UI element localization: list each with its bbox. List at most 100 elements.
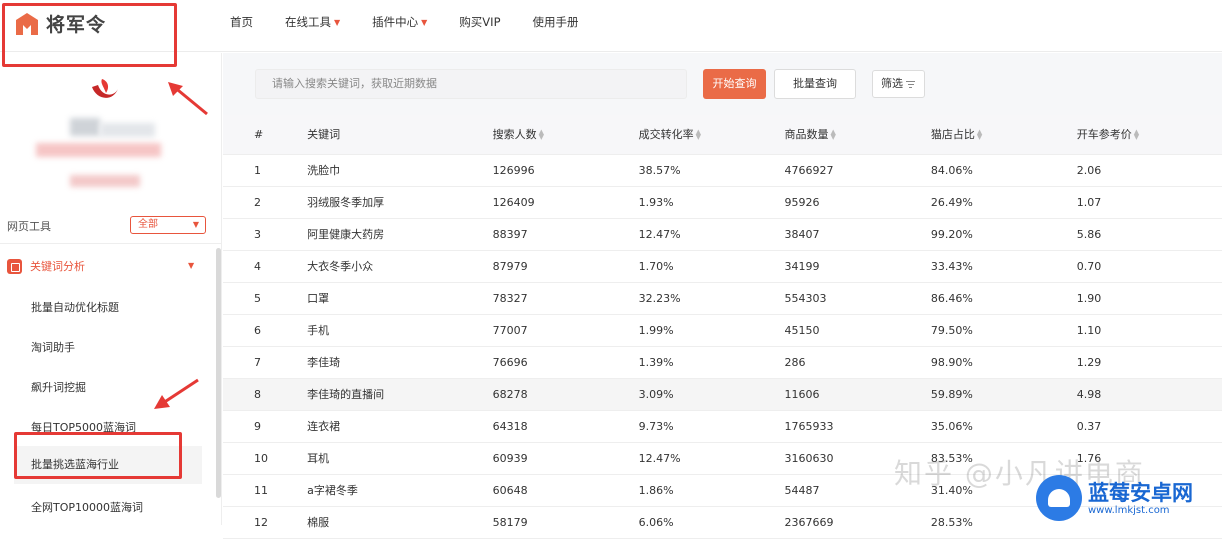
table-row[interactable]: 5 口罩 78327 32.23% 554303 86.46% 1.90 [223, 282, 1222, 315]
table-cell: 32.23% [638, 282, 785, 315]
sort-icon[interactable]: ▲ ▼ [696, 129, 701, 141]
category-icon [7, 258, 22, 274]
table-cell: 1 [223, 154, 308, 187]
table-cell: 2 [223, 186, 308, 219]
filter-button[interactable]: 筛选 [872, 70, 925, 98]
table-cell: 5 [223, 282, 308, 315]
table-cell: 126409 [492, 186, 639, 219]
table-cell: 2367669 [784, 506, 931, 539]
table-cell: 95926 [784, 186, 931, 219]
column-header[interactable]: 搜索人数 ▲ ▼ [492, 115, 639, 155]
table-cell: 连衣裙 [307, 410, 493, 443]
table-cell: 286 [784, 346, 931, 379]
nav-item[interactable]: 在线工具 ▼ [285, 14, 340, 30]
nav-item[interactable]: 插件中心 ▼ [372, 14, 427, 30]
table-cell: 9 [223, 410, 308, 443]
table-cell: 12.47% [638, 442, 785, 475]
chevron-down-icon[interactable]: ▼ [188, 261, 194, 270]
table-cell: 1.10 [1076, 314, 1222, 347]
table-cell: 1.39% [638, 346, 785, 379]
table-cell: 58179 [492, 506, 639, 539]
table-cell: 77007 [492, 314, 639, 347]
table-cell: 86.46% [930, 282, 1077, 315]
chevron-down-icon: ▼ [192, 220, 199, 229]
annotation-arrow-icon [168, 82, 208, 116]
table-cell: 78327 [492, 282, 639, 315]
table-cell: 阿里健康大药房 [307, 218, 493, 251]
table-cell: 68278 [492, 378, 639, 411]
table-cell: 1.99% [638, 314, 785, 347]
table-cell: 4766927 [784, 154, 931, 187]
table-cell: 棉服 [307, 506, 493, 539]
sidebar-item[interactable]: 批量自动优化标题 [31, 299, 119, 315]
table-cell: 34199 [784, 250, 931, 283]
table-cell: 59.89% [930, 378, 1077, 411]
nav-item[interactable]: 首页 [230, 14, 253, 30]
blurred-user-info [70, 175, 140, 187]
sort-icon[interactable]: ▲ ▼ [831, 129, 836, 141]
column-header[interactable]: 开车参考价 ▲ ▼ [1076, 115, 1222, 155]
table-cell: 0.70 [1076, 250, 1222, 283]
nav-item-label: 在线工具 [285, 15, 331, 29]
sidebar-scrollbar[interactable] [216, 248, 221, 498]
tool-filter-select[interactable]: 全部 ▼ [130, 216, 206, 234]
table-cell: 李佳琦的直播间 [307, 378, 493, 411]
table-cell: a字裙冬季 [307, 474, 493, 507]
column-header-label: 商品数量 [784, 128, 829, 142]
nav-item-label: 购买VIP [459, 15, 501, 29]
blurred-user-info [100, 123, 155, 137]
column-header: # [223, 115, 308, 155]
start-query-button[interactable]: 开始查询 [703, 69, 766, 99]
table-cell: 5.86 [1076, 218, 1222, 251]
sort-icon[interactable]: ▲ ▼ [977, 129, 982, 141]
sidebar-item[interactable]: 飙升词挖掘 [31, 379, 86, 395]
table-row[interactable]: 6 手机 77007 1.99% 45150 79.50% 1.10 [223, 314, 1222, 347]
table-row[interactable]: 3 阿里健康大药房 88397 12.47% 38407 99.20% 5.86 [223, 218, 1222, 251]
sort-icon[interactable]: ▲ ▼ [539, 129, 544, 141]
table-cell: 1.29 [1076, 346, 1222, 379]
nav-item[interactable]: 使用手册 [533, 14, 579, 30]
nav-item-label: 插件中心 [372, 15, 419, 29]
table-cell: 11 [223, 474, 308, 507]
table-cell: 76696 [492, 346, 639, 379]
search-input[interactable]: 请输入搜索关键词，获取近期数据 [255, 69, 687, 99]
table-row[interactable]: 4 大衣冬季小众 87979 1.70% 34199 33.43% 0.70 [223, 250, 1222, 283]
table-cell: 7 [223, 346, 308, 379]
table-cell: 60939 [492, 442, 639, 475]
category-keyword-analysis[interactable]: 关键词分析 [7, 258, 85, 274]
sidebar-item[interactable]: 全网TOP10000蓝海词 [31, 499, 143, 515]
table-cell: 1.07 [1076, 186, 1222, 219]
nav-item[interactable]: 购买VIP [459, 14, 500, 30]
column-header[interactable]: 猫店占比 ▲ ▼ [930, 115, 1077, 155]
table-cell: 98.90% [930, 346, 1077, 379]
column-header-label: 开车参考价 [1076, 128, 1132, 142]
table-cell: 1765933 [784, 410, 931, 443]
table-cell: 6.06% [638, 506, 785, 539]
table-row[interactable]: 9 连衣裙 64318 9.73% 1765933 35.06% 0.37 [223, 410, 1222, 443]
table-cell: 1.70% [638, 250, 785, 283]
android-icon [1036, 475, 1082, 521]
column-header[interactable]: 成交转化率 ▲ ▼ [638, 115, 785, 155]
table-cell: 60648 [492, 474, 639, 507]
column-header[interactable]: 商品数量 ▲ ▼ [784, 115, 931, 155]
table-row[interactable]: 1 洗脸巾 126996 38.57% 4766927 84.06% 2.06 [223, 154, 1222, 187]
table-row[interactable]: 8 李佳琦的直播间 68278 3.09% 11606 59.89% 4.98 [223, 378, 1222, 411]
table-cell: 洗脸巾 [307, 154, 493, 187]
column-header-label: # [254, 127, 264, 141]
sort-icon[interactable]: ▲ ▼ [1134, 129, 1139, 141]
table-cell: 2.06 [1076, 154, 1222, 187]
table-row[interactable]: 7 李佳琦 76696 1.39% 286 98.90% 1.29 [223, 346, 1222, 379]
table-cell: 12.47% [638, 218, 785, 251]
table-cell: 99.20% [930, 218, 1077, 251]
table-cell: 4 [223, 250, 308, 283]
top-header: 将军令 首页 在线工具 ▼ 插件中心 ▼ 购买VIP 使用手册 [0, 0, 1222, 52]
table-cell: 79.50% [930, 314, 1077, 347]
table-cell: 9.73% [638, 410, 785, 443]
table-header-row: # 关键词 搜索人数 ▲ ▼ 成交转化率 ▲ ▼ 商品数量 ▲ ▼ 猫店占比 ▲ ▼ 开车参考价 ▲ ▼ [223, 115, 1222, 155]
table-cell: 12 [223, 506, 308, 539]
sidebar-item[interactable]: 淘词助手 [31, 339, 75, 355]
annotation-box-item [14, 432, 182, 479]
batch-query-button[interactable]: 批量查询 [774, 69, 856, 99]
table-cell: 6 [223, 314, 308, 347]
table-row[interactable]: 2 羽绒服冬季加厚 126409 1.93% 95926 26.49% 1.07 [223, 186, 1222, 219]
